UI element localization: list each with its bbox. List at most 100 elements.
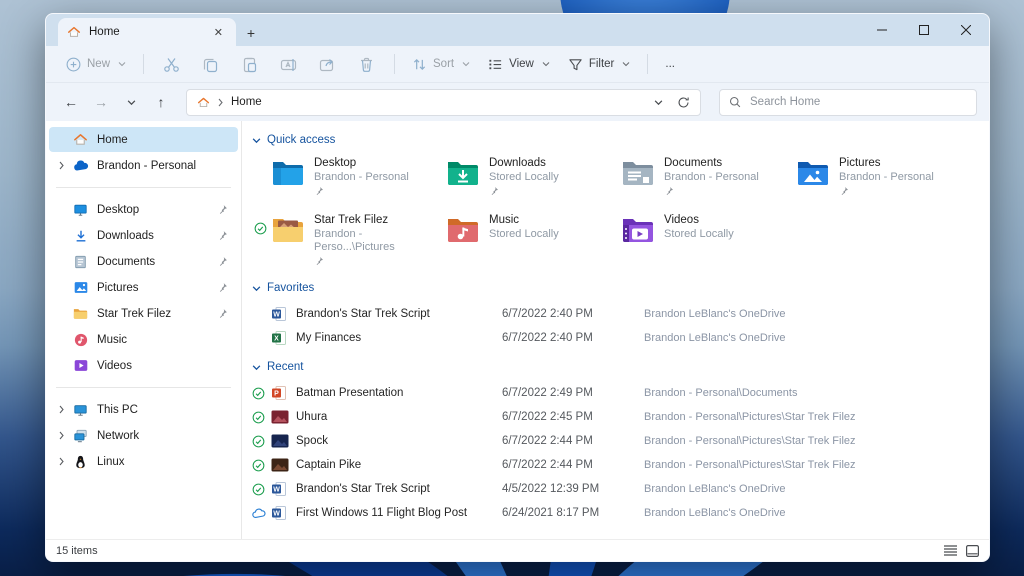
command-toolbar: New Sort bbox=[46, 46, 989, 83]
maximize-button[interactable] bbox=[903, 14, 945, 45]
desktop-icon bbox=[72, 202, 89, 218]
sort-icon bbox=[412, 57, 427, 72]
large-icons-view-icon[interactable] bbox=[966, 545, 979, 557]
file-row[interactable]: Captain Pike 6/7/2022 2:44 PM Brandon - … bbox=[252, 453, 989, 477]
quick-access-tile-star-trek-filez[interactable]: Star Trek Filez Brandon - Perso...\Pictu… bbox=[254, 213, 429, 269]
sidebar-item-star-trek-filez[interactable]: Star Trek Filez bbox=[49, 301, 238, 326]
rename-button[interactable] bbox=[270, 51, 307, 78]
toolbar-separator bbox=[647, 54, 648, 74]
delete-button[interactable] bbox=[348, 51, 385, 78]
expand-chevron-icon[interactable] bbox=[55, 431, 68, 440]
expand-chevron-icon[interactable] bbox=[55, 161, 68, 170]
file-row[interactable]: W Brandon's Star Trek Script 6/7/2022 2:… bbox=[252, 302, 989, 326]
copy-button[interactable] bbox=[192, 51, 229, 78]
paste-icon bbox=[241, 56, 258, 73]
file-row[interactable]: W First Windows 11 Flight Blog Post 6/24… bbox=[252, 501, 989, 525]
recent-locations-chevron[interactable] bbox=[118, 89, 144, 115]
sort-button[interactable]: Sort bbox=[404, 52, 478, 77]
delete-icon bbox=[358, 56, 375, 73]
view-icon bbox=[488, 57, 503, 72]
details-view-icon[interactable] bbox=[944, 545, 957, 556]
tab-close-icon[interactable]: ✕ bbox=[210, 25, 227, 40]
sidebar-item-desktop[interactable]: Desktop bbox=[49, 197, 238, 222]
tab-title: Home bbox=[89, 26, 202, 38]
quick-access-tile-desktop[interactable]: Desktop Brandon - Personal bbox=[254, 156, 429, 204]
view-button[interactable]: View bbox=[480, 52, 558, 77]
address-bar: ← → ↑ Home bbox=[46, 83, 989, 121]
pin-icon bbox=[314, 256, 324, 266]
file-row[interactable]: W Brandon's Star Trek Script 4/5/2022 12… bbox=[252, 477, 989, 501]
svg-text:W: W bbox=[273, 311, 280, 318]
section-header-recent[interactable]: Recent bbox=[252, 356, 989, 378]
chevron-down-icon bbox=[462, 60, 470, 68]
word-file-icon: W bbox=[271, 481, 296, 497]
new-icon bbox=[66, 57, 81, 72]
sidebar-item-downloads[interactable]: Downloads bbox=[49, 223, 238, 248]
folder-downloads-icon bbox=[446, 159, 480, 187]
copy-icon bbox=[202, 56, 219, 73]
sync-status-icon bbox=[252, 387, 271, 400]
address-dropdown-chevron[interactable] bbox=[654, 98, 663, 107]
new-button[interactable]: New bbox=[58, 52, 134, 77]
file-row[interactable]: Uhura 6/7/2022 2:45 PM Brandon - Persona… bbox=[252, 405, 989, 429]
filter-button[interactable]: Filter bbox=[560, 52, 639, 77]
new-tab-button[interactable]: + bbox=[236, 20, 266, 46]
toolbar-separator bbox=[143, 54, 144, 74]
home-icon bbox=[67, 25, 81, 39]
cut-button[interactable] bbox=[153, 51, 190, 78]
quick-access-tile-music[interactable]: Music Stored Locally bbox=[429, 213, 604, 269]
sidebar-item-home[interactable]: Home bbox=[49, 127, 238, 152]
toolbar-separator bbox=[394, 54, 395, 74]
pin-icon bbox=[217, 308, 228, 319]
section-header-quick-access[interactable]: Quick access bbox=[252, 129, 989, 151]
sidebar-item-onedrive[interactable]: Brandon - Personal bbox=[49, 153, 238, 178]
sidebar-item-linux[interactable]: Linux bbox=[49, 449, 238, 474]
sidebar-item-this-pc[interactable]: This PC bbox=[49, 397, 238, 422]
quick-access-tile-documents[interactable]: Documents Brandon - Personal bbox=[604, 156, 779, 204]
file-row[interactable]: X My Finances 6/7/2022 2:40 PM Brandon L… bbox=[252, 326, 989, 350]
sidebar-item-pictures[interactable]: Pictures bbox=[49, 275, 238, 300]
close-button[interactable] bbox=[945, 14, 987, 45]
home-icon bbox=[72, 132, 89, 148]
chevron-down-icon bbox=[542, 60, 550, 68]
more-options-button[interactable]: ... bbox=[657, 53, 683, 75]
forward-button[interactable]: → bbox=[88, 89, 114, 115]
sidebar-item-music[interactable]: Music bbox=[49, 327, 238, 352]
quick-access-tile-videos[interactable]: Videos Stored Locally bbox=[604, 213, 779, 269]
breadcrumb[interactable]: Home bbox=[186, 89, 701, 116]
search-box[interactable] bbox=[719, 89, 977, 116]
quick-access-tile-downloads[interactable]: Downloads Stored Locally bbox=[429, 156, 604, 204]
share-icon bbox=[319, 56, 336, 73]
sync-status-icon bbox=[254, 222, 267, 235]
back-button[interactable]: ← bbox=[58, 89, 84, 115]
sidebar-item-videos[interactable]: Videos bbox=[49, 353, 238, 378]
folder-icon bbox=[72, 306, 89, 322]
expand-chevron-icon[interactable] bbox=[55, 405, 68, 414]
sidebar-item-network[interactable]: Network bbox=[49, 423, 238, 448]
file-row[interactable]: P Batman Presentation 6/7/2022 2:49 PM B… bbox=[252, 381, 989, 405]
file-row[interactable]: Spock 6/7/2022 2:44 PM Brandon - Persona… bbox=[252, 429, 989, 453]
recent-list: P Batman Presentation 6/7/2022 2:49 PM B… bbox=[252, 381, 989, 525]
image-thumbnail-icon bbox=[271, 410, 296, 424]
expand-chevron-icon[interactable] bbox=[55, 457, 68, 466]
tab-home[interactable]: Home ✕ bbox=[58, 18, 236, 46]
navigation-pane: Home Brandon - Personal Desktop bbox=[46, 121, 242, 539]
rename-icon bbox=[280, 56, 297, 73]
onedrive-cloud-icon bbox=[72, 158, 89, 174]
breadcrumb-segment-home[interactable]: Home bbox=[231, 96, 262, 108]
minimize-button[interactable] bbox=[861, 14, 903, 45]
pin-icon bbox=[217, 256, 228, 267]
sidebar-item-documents[interactable]: Documents bbox=[49, 249, 238, 274]
powerpoint-file-icon: P bbox=[271, 385, 296, 401]
folder-pictures-icon bbox=[796, 159, 830, 187]
documents-icon bbox=[72, 254, 89, 270]
up-button[interactable]: ↑ bbox=[148, 89, 174, 115]
refresh-icon[interactable] bbox=[677, 96, 690, 109]
cut-icon bbox=[163, 56, 180, 73]
paste-button[interactable] bbox=[231, 51, 268, 78]
share-button[interactable] bbox=[309, 51, 346, 78]
folder-music-icon bbox=[446, 216, 480, 244]
section-header-favorites[interactable]: Favorites bbox=[252, 277, 989, 299]
quick-access-tile-pictures[interactable]: Pictures Brandon - Personal bbox=[779, 156, 954, 204]
search-input[interactable] bbox=[748, 95, 967, 109]
